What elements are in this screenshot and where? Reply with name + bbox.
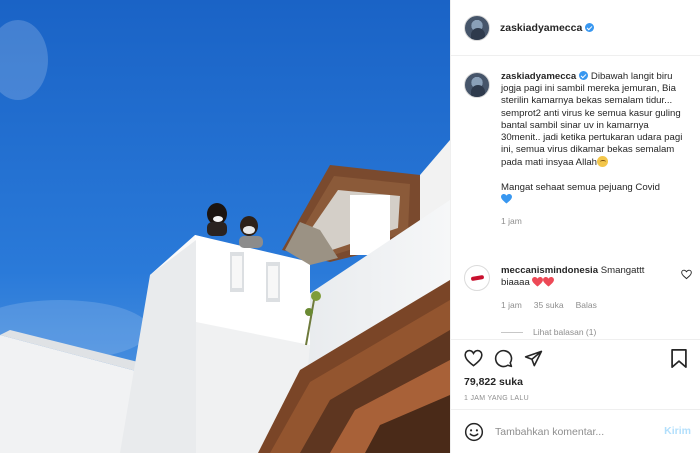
post-photo[interactable] <box>0 0 450 453</box>
bookmark-icon[interactable] <box>670 349 688 368</box>
view-replies-label: Lihat balasan (1) <box>533 327 597 337</box>
caption-username[interactable]: zaskiadyamecca <box>501 71 576 82</box>
verified-badge-icon <box>585 23 595 32</box>
caption-extra-text: Mangat sehaat semua pejuang Covid <box>501 181 660 193</box>
post-side-panel: zaskiadyamecca zaskiadyamecca Dibawah la… <box>450 0 700 453</box>
smile-emoji-icon <box>597 156 608 168</box>
posted-time[interactable]: 1 JAM YANG LALU <box>464 395 529 402</box>
avatar[interactable] <box>464 72 490 98</box>
comment-meta: 1 jam 35 suka Balas <box>501 299 669 311</box>
comment-time[interactable]: 1 jam <box>501 300 522 310</box>
post-header: zaskiadyamecca <box>451 0 700 56</box>
caption-extra: Mangat sehaat semua pejuang Covid <box>501 182 689 206</box>
post-comment-button[interactable]: Kirim <box>664 425 691 437</box>
likes-count[interactable]: 79,822 suka <box>464 376 523 388</box>
comment-icon[interactable] <box>494 349 513 368</box>
post-actions: 79,822 suka 1 JAM YANG LALU <box>451 339 700 409</box>
caption-body: zaskiadyamecca Dibawah langit biru jogja… <box>501 71 689 227</box>
comments-section[interactable]: zaskiadyamecca Dibawah langit biru jogja… <box>451 57 700 349</box>
comment-body: meccanismindonesia Smangattt biaaaa 1 ja… <box>501 265 669 312</box>
view-replies-button[interactable]: Lihat balasan (1) <box>501 327 596 337</box>
caption-time[interactable]: 1 jam <box>501 215 689 227</box>
heart-icon[interactable] <box>464 349 483 368</box>
caption-text: Dibawah langit biru jogja pagi ini sambi… <box>501 71 683 169</box>
post-photo-illustration <box>0 0 450 453</box>
paper-plane-icon[interactable] <box>524 349 543 368</box>
red-heart-emoji-icon <box>532 277 544 287</box>
verified-badge-icon <box>579 71 589 80</box>
header-username[interactable]: zaskiadyamecca <box>500 22 582 34</box>
blue-heart-emoji-icon <box>501 193 512 204</box>
avatar[interactable] <box>464 14 490 41</box>
comment-like-heart-icon[interactable] <box>681 269 692 280</box>
comment-likes[interactable]: 35 suka <box>534 300 564 310</box>
comment-item: meccanismindonesia Smangattt biaaaa 1 ja… <box>464 265 696 312</box>
caption-block: zaskiadyamecca Dibawah langit biru jogja… <box>464 71 696 227</box>
comment-username[interactable]: meccanismindonesia <box>501 265 598 276</box>
add-comment-bar: Kirim <box>451 409 700 453</box>
avatar[interactable] <box>464 265 490 291</box>
smiley-icon[interactable] <box>464 422 484 442</box>
red-heart-emoji-icon <box>543 277 555 287</box>
comment-input[interactable] <box>495 425 650 438</box>
action-icons <box>464 349 543 368</box>
reply-button[interactable]: Balas <box>576 300 597 310</box>
